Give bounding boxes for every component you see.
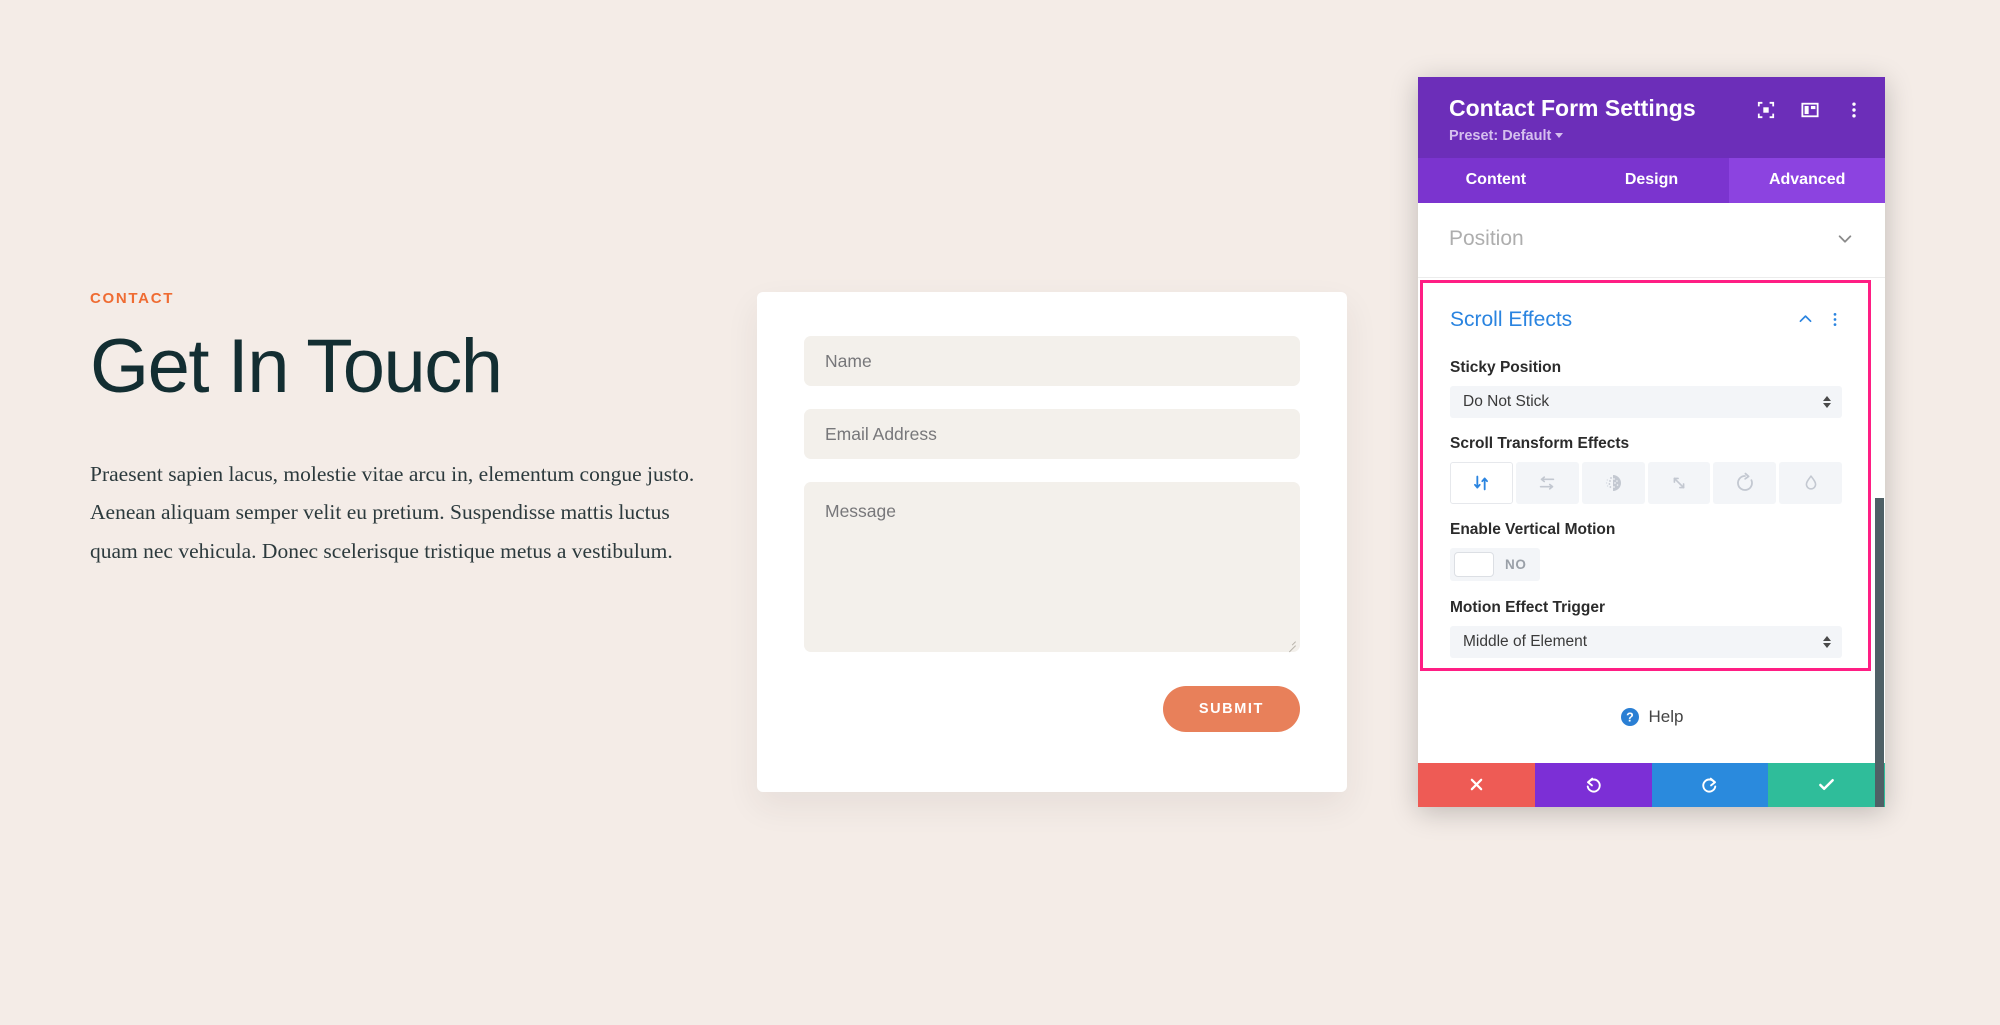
rotate-icon xyxy=(1736,472,1753,491)
modal-action-bar xyxy=(1418,762,1885,807)
redo-button[interactable] xyxy=(1651,762,1769,807)
message-field-wrapper xyxy=(804,482,1300,653)
more-vertical-icon[interactable] xyxy=(1845,101,1863,119)
tab-advanced[interactable]: Advanced xyxy=(1729,157,1885,203)
name-input[interactable] xyxy=(804,336,1300,386)
vertical-motion-option[interactable] xyxy=(1450,461,1513,504)
check-icon xyxy=(1819,779,1835,791)
preset-selector[interactable]: Preset: Default xyxy=(1449,128,1863,144)
scroll-effects-highlight: Scroll Effects Sticky Position Do Not St… xyxy=(1420,279,1871,671)
toggle-knob[interactable] xyxy=(1454,551,1494,577)
sticky-position-select[interactable]: Do Not Stick xyxy=(1450,385,1842,418)
message-textarea[interactable] xyxy=(804,482,1300,652)
svg-text:?: ? xyxy=(1626,710,1634,724)
sticky-position-label: Sticky Position xyxy=(1450,358,1562,376)
scale-icon xyxy=(1673,477,1685,489)
stepper-icon xyxy=(1823,635,1831,648)
modal-body: Position Scroll Effects Sticky Position … xyxy=(1418,202,1885,807)
page-title: Get In Touch xyxy=(90,324,503,409)
submit-row: SUBMIT xyxy=(804,686,1300,732)
horizontal-motion-option[interactable] xyxy=(1515,461,1579,504)
undo-icon xyxy=(1586,777,1601,793)
scroll-effects-options: Sticky Position Do Not Stick Scroll Tran… xyxy=(1423,336,1868,658)
modal-header-icons xyxy=(1757,101,1863,119)
scroll-effects-header-icons xyxy=(1797,311,1842,328)
help-label: Help xyxy=(1648,706,1684,726)
modal-header: Contact Form Settings Preset: Default xyxy=(1418,77,1885,158)
motion-effect-trigger-value: Middle of Element xyxy=(1463,632,1588,650)
cancel-button[interactable] xyxy=(1418,762,1535,807)
sticky-position-value: Do Not Stick xyxy=(1463,392,1550,410)
section-scroll-effects-label: Scroll Effects xyxy=(1450,307,1573,331)
tab-design[interactable]: Design xyxy=(1574,158,1730,203)
chevron-down-icon[interactable] xyxy=(1836,230,1854,248)
section-scroll-effects-header[interactable]: Scroll Effects xyxy=(1423,283,1868,336)
vertical-motion-icon xyxy=(1474,475,1489,490)
section-eyebrow: CONTACT xyxy=(90,290,175,307)
enable-vertical-motion-label: Enable Vertical Motion xyxy=(1450,520,1616,538)
section-position-label: Position xyxy=(1449,226,1524,250)
email-input[interactable] xyxy=(804,409,1300,459)
stepper-icon xyxy=(1823,395,1831,408)
help-circle-icon: ? xyxy=(1620,707,1639,726)
preset-label: Preset: Default xyxy=(1449,127,1552,144)
save-button[interactable] xyxy=(1768,762,1885,807)
help-link[interactable]: ? Help xyxy=(1418,670,1885,763)
scrollbar-thumb[interactable] xyxy=(1875,497,1884,807)
contact-intro-section: CONTACT Get In Touch Praesent sapien lac… xyxy=(90,290,710,570)
section-position[interactable]: Position xyxy=(1418,203,1885,278)
enable-vertical-motion-toggle[interactable]: NO xyxy=(1450,547,1541,581)
blur-icon xyxy=(1805,474,1816,490)
rotate-option[interactable] xyxy=(1713,461,1777,504)
chevron-up-icon[interactable] xyxy=(1797,311,1814,328)
scale-option[interactable] xyxy=(1647,461,1711,504)
undo-button[interactable] xyxy=(1534,762,1652,807)
scroll-transform-effects-label: Scroll Transform Effects xyxy=(1450,434,1630,452)
more-vertical-icon[interactable] xyxy=(1828,311,1842,328)
motion-effect-trigger-label: Motion Effect Trigger xyxy=(1450,598,1605,616)
modal-tabs: Content Design Advanced xyxy=(1418,157,1885,203)
scroll-transform-effects-row xyxy=(1450,461,1842,504)
fade-icon xyxy=(1606,474,1622,491)
toggle-value: NO xyxy=(1505,556,1527,572)
motion-effect-trigger-select[interactable]: Middle of Element xyxy=(1450,625,1842,658)
submit-button[interactable]: SUBMIT xyxy=(1162,686,1300,732)
layout-panel-icon[interactable] xyxy=(1801,101,1819,119)
fade-option[interactable] xyxy=(1581,461,1645,504)
modal-scrollbar[interactable] xyxy=(1875,203,1885,807)
focus-icon[interactable] xyxy=(1757,101,1775,119)
contact-form-card: SUBMIT xyxy=(757,292,1347,792)
contact-form-settings-modal: Contact Form Settings Preset: Default Co… xyxy=(1418,77,1885,807)
horizontal-motion-icon xyxy=(1540,475,1555,490)
redo-icon xyxy=(1702,777,1717,793)
blur-option[interactable] xyxy=(1779,461,1842,504)
intro-paragraph: Praesent sapien lacus, molestie vitae ar… xyxy=(90,462,695,563)
chevron-down-icon xyxy=(1555,132,1564,138)
close-icon xyxy=(1470,778,1483,791)
tab-content[interactable]: Content xyxy=(1418,158,1574,203)
